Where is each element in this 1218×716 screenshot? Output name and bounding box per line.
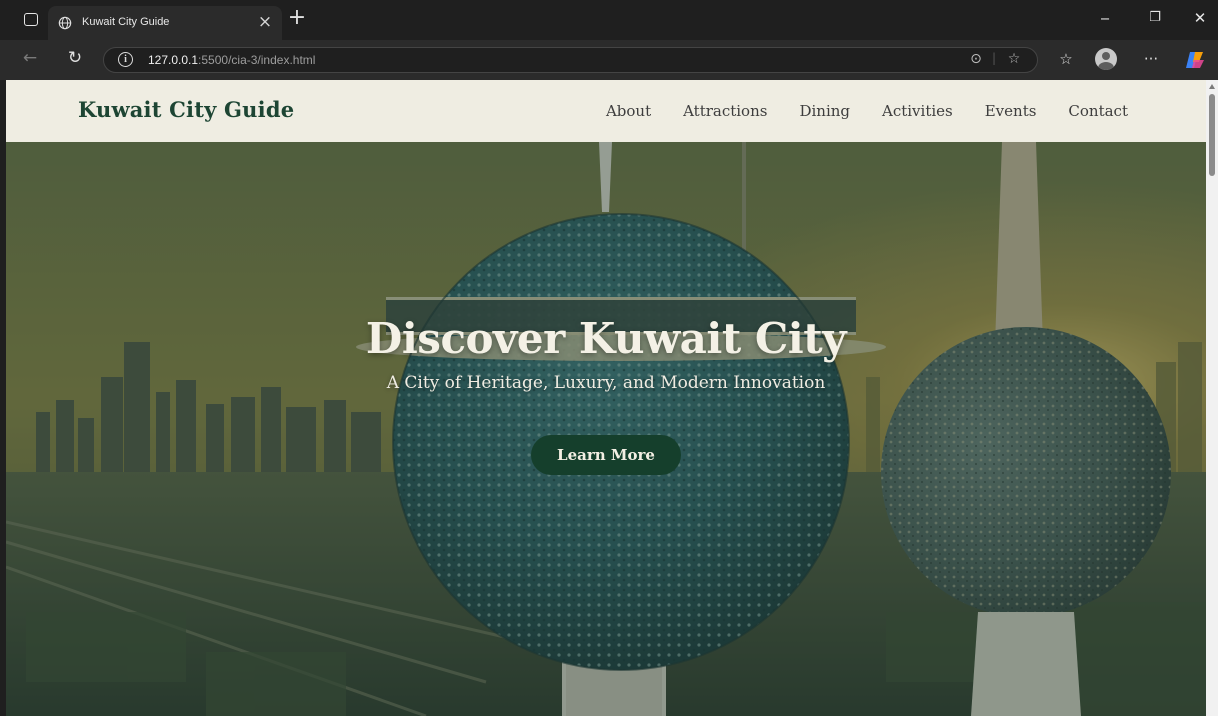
back-icon[interactable]: ← (18, 48, 42, 68)
site-logo[interactable]: Kuwait City Guide (78, 97, 294, 122)
site-header: Kuwait City Guide About Attractions Dini… (6, 80, 1206, 142)
main-nav: About Attractions Dining Activities Even… (574, 102, 1128, 120)
nav-about[interactable]: About (606, 102, 651, 120)
page-scrollbar[interactable] (1206, 80, 1218, 716)
hero-section: Discover Kuwait City A City of Heritage,… (6, 142, 1206, 716)
site-info-icon[interactable]: i (118, 52, 133, 67)
tab-close-icon[interactable]: × (256, 11, 274, 33)
hero-title: Discover Kuwait City (365, 314, 847, 363)
nav-dining[interactable]: Dining (799, 102, 850, 120)
nav-activities[interactable]: Activities (882, 102, 953, 120)
reload-icon[interactable]: ↻ (63, 48, 87, 68)
page-viewport: Kuwait City Guide About Attractions Dini… (6, 80, 1206, 716)
learn-more-button[interactable]: Learn More (531, 435, 681, 475)
address-divider: | (991, 51, 997, 65)
scroll-thumb[interactable] (1209, 94, 1215, 176)
new-tab-button[interactable]: + (286, 7, 308, 29)
reading-mode-icon[interactable]: ⊙ (966, 51, 986, 67)
tab-actions-icon[interactable] (24, 13, 38, 26)
hero-subtitle: A City of Heritage, Luxury, and Modern I… (386, 373, 826, 393)
minimize-button[interactable]: ‒ (1090, 8, 1120, 28)
more-icon[interactable]: ··· (1140, 49, 1162, 69)
tab-title: Kuwait City Guide (82, 16, 170, 28)
address-bar[interactable]: i 127.0.0.1:5500/cia-3/index.html ⊙ | ☆ (103, 47, 1038, 73)
hero-content: Discover Kuwait City A City of Heritage,… (6, 314, 1206, 475)
favorite-star-icon[interactable]: ☆ (1004, 51, 1024, 67)
globe-icon (58, 16, 72, 30)
browser-tab[interactable]: Kuwait City Guide × (48, 6, 282, 40)
browser-tab-bar: Kuwait City Guide × + ‒ ❐ ✕ (0, 0, 1218, 40)
address-toolbar: ← ↻ i 127.0.0.1:5500/cia-3/index.html ⊙ … (0, 40, 1218, 80)
copilot-icon[interactable] (1184, 50, 1206, 70)
close-window-button[interactable]: ✕ (1185, 8, 1215, 28)
profile-icon[interactable] (1095, 48, 1117, 70)
nav-contact[interactable]: Contact (1068, 102, 1128, 120)
restore-button[interactable]: ❐ (1140, 8, 1170, 28)
favorites-icon[interactable]: ☆ (1055, 49, 1077, 69)
url-text[interactable]: 127.0.0.1:5500/cia-3/index.html (148, 53, 315, 67)
scroll-up-arrow-icon[interactable] (1209, 84, 1215, 89)
nav-events[interactable]: Events (985, 102, 1037, 120)
nav-attractions[interactable]: Attractions (683, 102, 767, 120)
